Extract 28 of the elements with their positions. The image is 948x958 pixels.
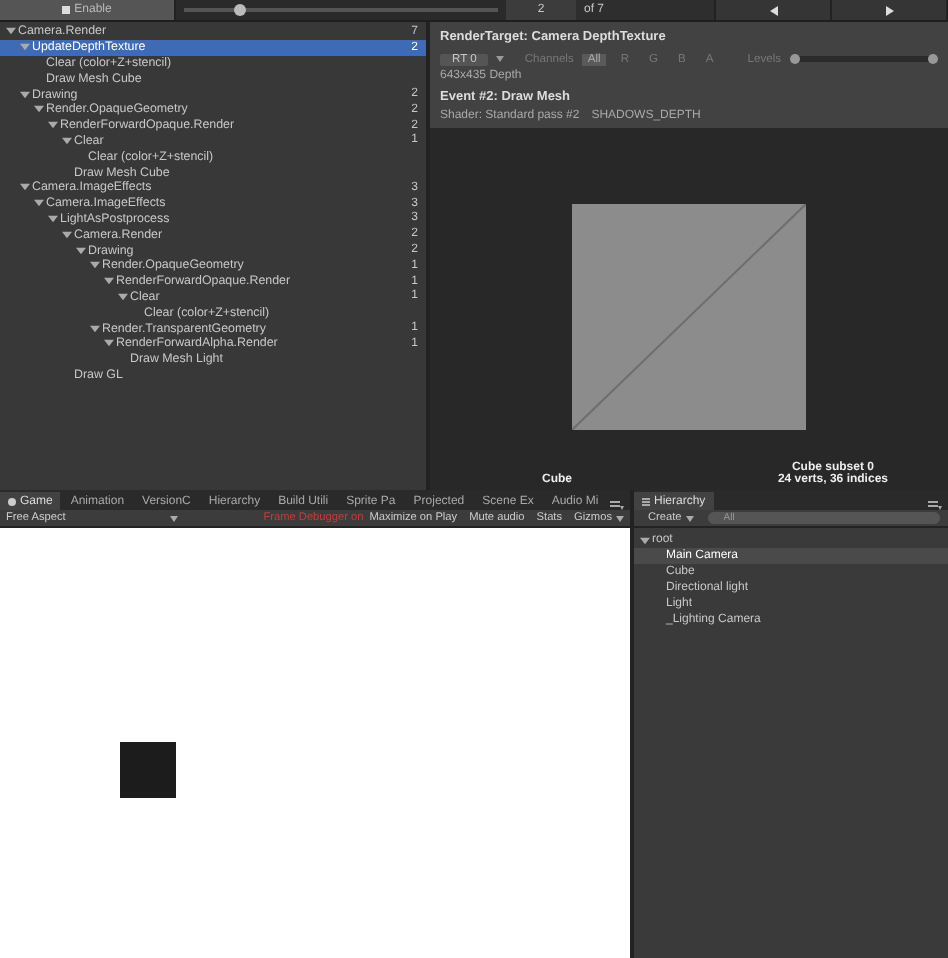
expand-arrow-icon[interactable] [104,276,114,287]
frame-slider[interactable] [176,0,506,20]
expand-arrow-icon[interactable] [20,89,30,100]
expand-arrow-icon[interactable] [34,198,44,209]
expand-arrow-icon[interactable] [90,260,100,271]
list-icon [642,497,650,505]
dropdown-icon [169,515,178,521]
expand-arrow-icon[interactable] [90,323,100,334]
expand-arrow-icon[interactable] [76,245,86,256]
game-icon [8,497,16,505]
expand-arrow-icon[interactable] [62,229,72,240]
expand-arrow-icon[interactable] [104,338,114,349]
expand-arrow-icon[interactable] [48,120,58,131]
menu-icon[interactable] [610,500,624,510]
expand-arrow-icon[interactable] [34,104,44,115]
expand-arrow-icon[interactable] [48,213,58,224]
dropdown-icon [685,515,694,521]
expand-arrow-icon[interactable] [640,535,650,545]
expand-arrow-icon[interactable] [20,182,30,193]
expand-arrow-icon[interactable] [6,26,16,37]
expand-arrow-icon[interactable] [118,291,128,302]
previous-icon [769,5,777,15]
menu-icon[interactable] [928,500,942,510]
expand-arrow-icon[interactable] [62,135,72,146]
cube-shape [120,742,176,798]
dropdown-icon [616,515,624,521]
dropdown-icon[interactable] [496,56,505,62]
next-icon [885,5,893,15]
